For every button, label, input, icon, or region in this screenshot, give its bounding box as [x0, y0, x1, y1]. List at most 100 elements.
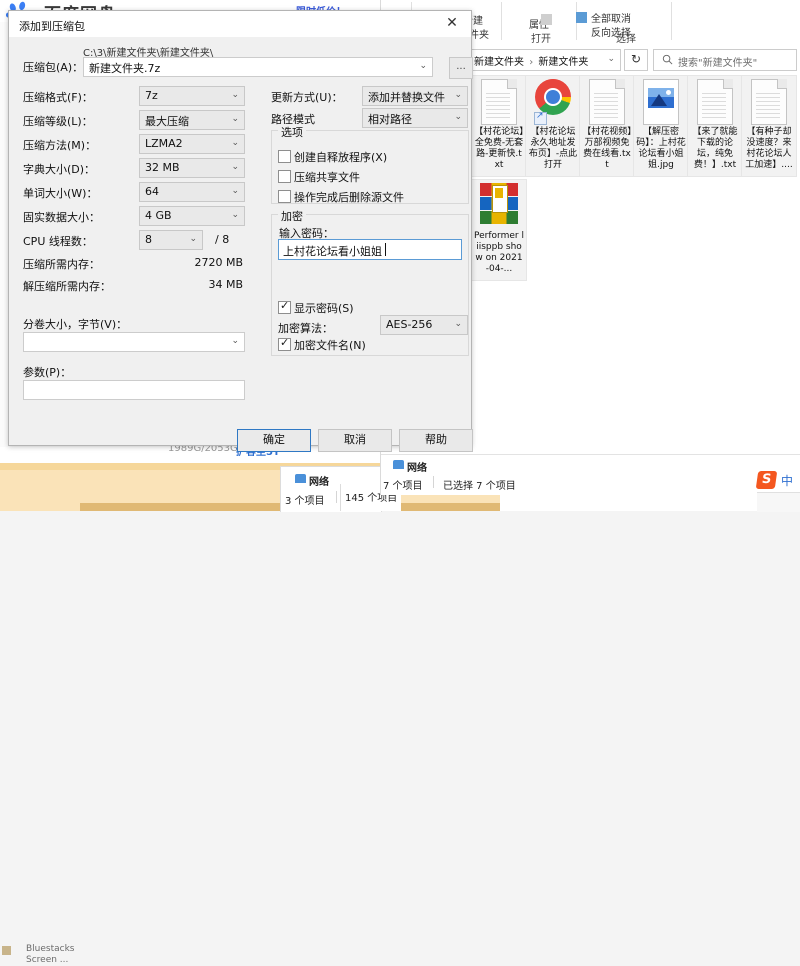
archive-field-label: 压缩包(A)： — [23, 59, 83, 75]
cpu-threads-select[interactable]: 8⌄ — [139, 230, 203, 250]
archive-name-input[interactable]: 新建文件夹.7z ⌄ — [83, 57, 433, 77]
breadcrumb-parent[interactable]: 新建文件夹 — [474, 57, 524, 68]
ribbon-group-3: 选择 — [581, 30, 671, 45]
dialog-button-帮助[interactable]: 帮助 — [399, 429, 473, 452]
file-item[interactable]: 【村花论坛】全免费-无套路-更新快.txt — [472, 76, 526, 176]
file-item[interactable]: 【解压密码】：上村花论坛看小姐姐.jpg — [634, 76, 688, 176]
compression-field-value-4: 64 — [145, 185, 159, 198]
option-checkbox-0[interactable] — [278, 150, 291, 163]
encryption-algorithm-select[interactable]: AES-256 ⌄ — [380, 315, 468, 335]
encrypt-filenames-checkbox[interactable] — [278, 338, 291, 351]
chevron-down-icon: ⌄ — [231, 210, 239, 220]
file-item-label: 【村花视频】万部视频免费在线看.txt — [580, 127, 634, 171]
text-file-icon — [697, 79, 733, 125]
status-location-label: 网络 — [407, 459, 427, 474]
close-icon[interactable]: ✕ — [435, 11, 469, 35]
explorer2-item-count: 3 个项目 — [285, 492, 325, 507]
file-item-label: 【村花论坛永久地址发布页】-点此打开 — [526, 127, 580, 171]
file-item-label: 【解压密码】：上村花论坛看小姐姐.jpg — [634, 127, 688, 171]
ime-mode-label[interactable]: 中 — [781, 472, 793, 489]
compression-field-select-1[interactable]: 最大压缩⌄ — [139, 110, 245, 130]
compression-field-value-2: LZMA2 — [145, 137, 183, 150]
explorer2-location-label: 网络 — [309, 473, 329, 488]
compression-field-label-1: 压缩等级(L)： — [23, 113, 93, 129]
chevron-down-icon[interactable]: ⌄ — [607, 54, 615, 64]
compression-field-value-1: 最大压缩 — [145, 113, 189, 129]
compression-field-label-2: 压缩方法(M)： — [23, 137, 96, 153]
ribbon-glyph-icon-3 — [576, 12, 587, 23]
status-item-count: 7 个项目 — [383, 477, 423, 492]
status-selection-count: 已选择 7 个项目 — [443, 477, 516, 492]
text-file-icon — [751, 79, 787, 125]
encrypt-filenames-label: 加密文件名(N) — [294, 337, 366, 353]
breadcrumb-text: 新建文件夹 › 新建文件夹 — [474, 53, 588, 68]
compression-field-select-3[interactable]: 32 MB⌄ — [139, 158, 245, 178]
file-item-label: 【来了就能下载的论坛，纯免费！】.txt — [688, 127, 742, 171]
file-item[interactable]: 【村花视频】万部视频免费在线看.txt — [580, 76, 634, 176]
ribbon-glyph-icon-2 — [541, 14, 552, 25]
compression-field-value-5: 4 GB — [145, 209, 172, 222]
encryption-group-title: 加密 — [278, 208, 306, 224]
compression-field-select-2[interactable]: LZMA2 ⌄ — [139, 134, 245, 154]
chevron-down-icon[interactable]: ⌄ — [231, 336, 239, 346]
cpu-threads-max: / 8 — [215, 233, 229, 246]
refresh-icon: ↻ — [631, 52, 641, 66]
chrome-shortcut-icon — [535, 79, 571, 115]
show-password-label: 显示密码(S) — [294, 300, 354, 316]
compression-field-label-3: 字典大小(D)： — [23, 161, 95, 177]
encryption-algorithm-label: 加密算法： — [278, 320, 333, 336]
status-divider — [433, 476, 434, 488]
file-item[interactable]: 【村花论坛永久地址发布页】-点此打开 — [526, 76, 580, 176]
option-checkbox-2[interactable] — [278, 190, 291, 203]
compression-field-label-4: 单词大小(W)： — [23, 185, 97, 201]
parameters-input[interactable] — [23, 380, 245, 400]
ime-indicator[interactable]: S 中 — [757, 470, 800, 492]
update-mode-value: 添加并替换文件 — [368, 89, 445, 105]
desktop-icon-glyph — [2, 946, 11, 955]
volume-size-input[interactable]: ⌄ — [23, 332, 245, 352]
path-mode-value: 相对路径 — [368, 111, 412, 127]
show-password-checkbox[interactable] — [278, 301, 291, 314]
file-item[interactable]: 【来了就能下载的论坛，纯免费！】.txt — [688, 76, 742, 176]
chevron-down-icon: ⌄ — [231, 90, 239, 100]
chevron-down-icon: ⌄ — [231, 162, 239, 172]
shortcut-arrow-icon — [534, 112, 547, 125]
cpu-threads-value: 8 — [145, 233, 152, 246]
password-field[interactable]: 上村花论坛看小姐姐 — [278, 239, 462, 260]
encryption-algorithm-value: AES-256 — [386, 318, 432, 331]
chevron-down-icon: ⌄ — [454, 319, 462, 329]
explorer2-status-divider — [336, 491, 337, 503]
compression-field-label-5: 固实数据大小： — [23, 209, 100, 225]
compression-field-select-5[interactable]: 4 GB ⌄ — [139, 206, 245, 226]
chevron-down-icon: ⌄ — [231, 138, 239, 148]
compression-field-select-4[interactable]: 64⌄ — [139, 182, 245, 202]
archive-file-icon — [480, 183, 518, 225]
network-icon — [295, 474, 306, 483]
browse-button[interactable]: ... — [449, 57, 473, 79]
taskbar — [757, 492, 800, 512]
breadcrumb[interactable]: 新建文件夹 › 新建文件夹 ⌄ — [469, 49, 621, 71]
dialog-button-确定[interactable]: 确定 — [237, 429, 311, 452]
network-icon — [393, 460, 404, 469]
update-mode-select[interactable]: 添加并替换文件⌄ — [362, 86, 468, 106]
path-mode-select[interactable]: 相对路径⌄ — [362, 108, 468, 128]
dialog-button-取消[interactable]: 取消 — [318, 429, 392, 452]
ribbon-group-2: 打开 — [506, 30, 576, 45]
parameters-label: 参数(P)： — [23, 364, 71, 380]
compression-field-select-0[interactable]: 7z⌄ — [139, 86, 245, 106]
file-item[interactable]: 【有种子却没速度？来村花论坛人工加速】.... — [742, 76, 796, 176]
memory-value-1: 34 MB — [9, 278, 243, 291]
volume-size-label: 分卷大小，字节(V)： — [23, 316, 127, 332]
options-group-title: 选项 — [278, 124, 306, 140]
search-input[interactable]: 搜索"新建文件夹" — [653, 49, 797, 71]
option-checkbox-1[interactable] — [278, 170, 291, 183]
dialog-title: 添加到压缩包 — [19, 18, 85, 34]
ribbon-command-9[interactable]: 全部取消 — [591, 10, 631, 25]
archive-name-value: 新建文件夹.7z — [89, 60, 160, 76]
file-item-label: 【有种子却没速度？来村花论坛人工加速】.... — [742, 127, 796, 171]
search-icon — [662, 54, 673, 65]
chevron-down-icon[interactable]: ⌄ — [419, 61, 427, 71]
file-item[interactable]: Performer liisppb show on 2021-04-... — [472, 180, 526, 280]
refresh-button[interactable]: ↻ — [624, 49, 648, 71]
breadcrumb-current[interactable]: 新建文件夹 — [538, 57, 588, 68]
